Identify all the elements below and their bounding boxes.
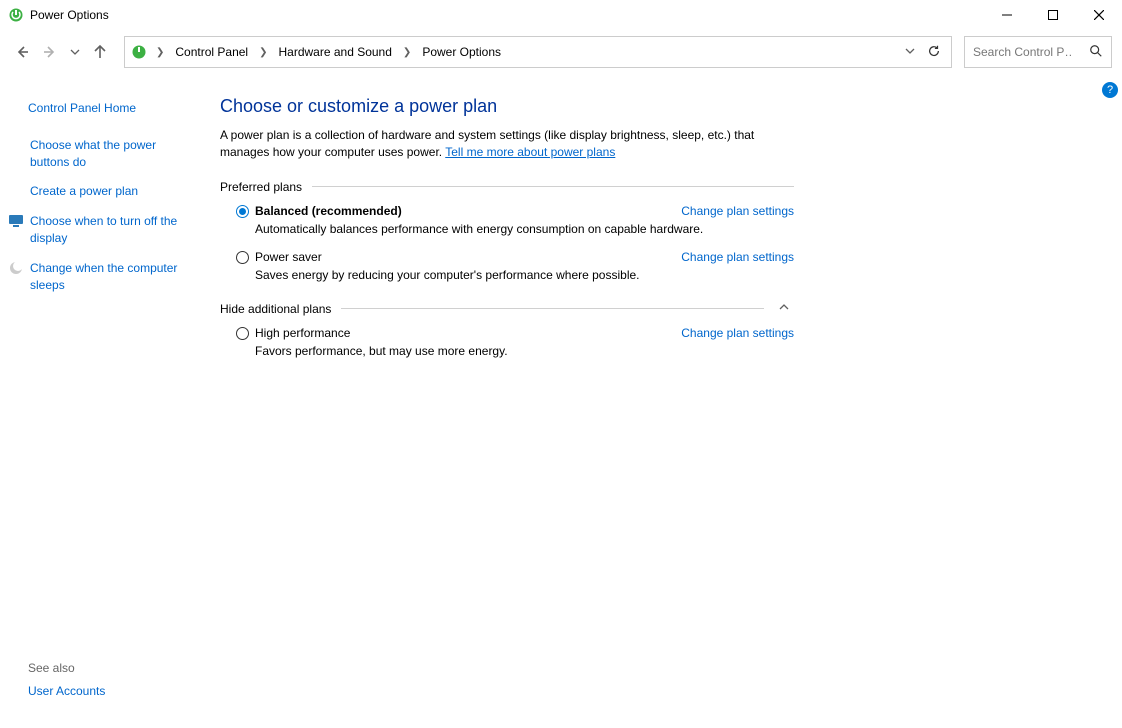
radio-power-saver[interactable]	[236, 251, 249, 264]
close-button[interactable]	[1076, 0, 1122, 30]
monitor-icon	[8, 213, 24, 229]
sidebar-link-computer-sleeps[interactable]: Change when the computer sleeps	[30, 260, 196, 294]
sidebar-item: Choose when to turn off the display	[28, 213, 196, 247]
plan-name[interactable]: High performance	[255, 326, 350, 340]
page-description: A power plan is a collection of hardware…	[220, 127, 800, 162]
sidebar: Control Panel Home Choose what the power…	[0, 78, 210, 728]
up-button[interactable]	[88, 40, 112, 64]
refresh-button[interactable]	[927, 44, 941, 61]
tell-me-more-link[interactable]: Tell me more about power plans	[445, 145, 615, 159]
window-title: Power Options	[30, 8, 109, 22]
power-options-icon	[8, 7, 24, 23]
group-title: Preferred plans	[220, 180, 302, 194]
plan-high-performance: High performance Change plan settings Fa…	[236, 326, 794, 360]
sidebar-item: Change when the computer sleeps	[28, 260, 196, 294]
sidebar-item: Choose what the power buttons do	[28, 137, 196, 171]
search-input[interactable]	[973, 45, 1073, 59]
sidebar-link-turn-off-display[interactable]: Choose when to turn off the display	[30, 213, 196, 247]
search-box[interactable]	[964, 36, 1112, 68]
history-dropdown[interactable]	[66, 40, 84, 64]
plan-description: Favors performance, but may use more ene…	[255, 343, 794, 360]
radio-high-performance[interactable]	[236, 327, 249, 340]
change-plan-settings-link[interactable]: Change plan settings	[681, 204, 794, 218]
plan-balanced: Balanced (recommended) Change plan setti…	[236, 204, 794, 238]
address-bar[interactable]: ❯ Control Panel ❯ Hardware and Sound ❯ P…	[124, 36, 952, 68]
additional-plans-group: Hide additional plans High performance C…	[220, 301, 794, 360]
back-button[interactable]	[10, 40, 34, 64]
change-plan-settings-link[interactable]: Change plan settings	[681, 326, 794, 340]
help-icon[interactable]: ?	[1102, 82, 1118, 98]
window-controls	[984, 0, 1122, 30]
page-heading: Choose or customize a power plan	[220, 96, 1092, 117]
change-plan-settings-link[interactable]: Change plan settings	[681, 250, 794, 264]
maximize-button[interactable]	[1030, 0, 1076, 30]
sidebar-link-power-buttons[interactable]: Choose what the power buttons do	[30, 137, 196, 171]
chevron-right-icon[interactable]: ❯	[256, 47, 270, 58]
plan-name[interactable]: Power saver	[255, 250, 322, 264]
address-dropdown[interactable]	[905, 46, 915, 59]
plan-description: Automatically balances performance with …	[255, 221, 794, 238]
divider	[312, 186, 794, 187]
breadcrumb-item[interactable]: Hardware and Sound	[275, 43, 396, 61]
plan-description: Saves energy by reducing your computer's…	[255, 267, 794, 284]
control-panel-home-link[interactable]: Control Panel Home	[28, 100, 196, 117]
search-icon[interactable]	[1089, 44, 1103, 61]
chevron-right-icon[interactable]: ❯	[153, 47, 167, 58]
titlebar: Power Options	[0, 0, 1122, 30]
radio-balanced[interactable]	[236, 205, 249, 218]
main-content: ? Choose or customize a power plan A pow…	[210, 78, 1122, 728]
toolbar: ❯ Control Panel ❯ Hardware and Sound ❯ P…	[0, 30, 1122, 78]
divider	[341, 308, 764, 309]
moon-icon	[8, 260, 24, 276]
breadcrumb-item[interactable]: Control Panel	[171, 43, 252, 61]
see-also-user-accounts[interactable]: User Accounts	[28, 683, 196, 700]
body: Control Panel Home Choose what the power…	[0, 78, 1122, 728]
chevron-up-icon[interactable]	[774, 301, 794, 316]
power-options-icon	[131, 44, 147, 60]
minimize-button[interactable]	[984, 0, 1030, 30]
forward-button[interactable]	[38, 40, 62, 64]
sidebar-item: Create a power plan	[28, 183, 196, 200]
plan-name[interactable]: Balanced (recommended)	[255, 204, 402, 218]
preferred-plans-group: Preferred plans Balanced (recommended) C…	[220, 180, 794, 284]
plan-power-saver: Power saver Change plan settings Saves e…	[236, 250, 794, 284]
group-title[interactable]: Hide additional plans	[220, 302, 331, 316]
see-also-title: See also	[28, 661, 196, 675]
sidebar-link-create-plan[interactable]: Create a power plan	[30, 183, 138, 200]
breadcrumb-item[interactable]: Power Options	[418, 43, 505, 61]
chevron-right-icon[interactable]: ❯	[400, 47, 414, 58]
